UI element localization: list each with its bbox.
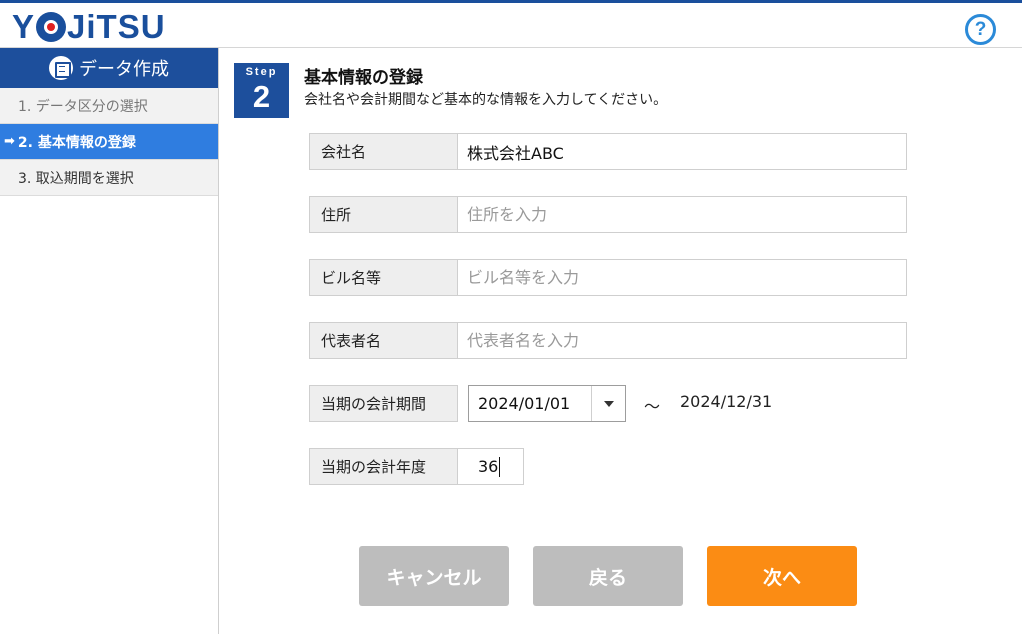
building-field[interactable]	[458, 259, 907, 296]
period-label: 当期の会計期間	[309, 385, 458, 422]
representative-row: 代表者名	[309, 322, 907, 359]
next-button[interactable]: 次へ	[707, 546, 857, 606]
company-row: 会社名	[309, 133, 907, 170]
list-icon	[49, 56, 73, 80]
period-separator: ～	[644, 397, 661, 416]
building-row: ビル名等	[309, 259, 907, 296]
yojitsu-logo: Y JiTSU	[12, 8, 166, 45]
dropdown-button[interactable]	[591, 386, 625, 421]
sidebar-item-label: 1. データ区分の選択	[18, 98, 148, 115]
sidebar-header: データ作成	[0, 48, 218, 88]
sidebar-item-import-period[interactable]: 3. 取込期間を選択	[0, 160, 218, 196]
building-label: ビル名等	[309, 259, 458, 296]
page-title: 基本情報の登録	[304, 68, 423, 88]
fiscal-year-field[interactable]: 36	[458, 448, 524, 485]
fiscal-year-label: 当期の会計年度	[309, 448, 458, 485]
fiscal-year-row: 当期の会計年度 36	[309, 448, 524, 485]
step-number: 2	[252, 79, 271, 114]
period-row: 当期の会計期間	[309, 385, 458, 422]
arrow-right-icon: ➡	[4, 134, 15, 149]
step-badge-label: Step	[245, 66, 278, 78]
cancel-button[interactable]: キャンセル	[359, 546, 509, 606]
period-end-value: 2024/12/31	[680, 392, 773, 411]
help-icon[interactable]: ?	[965, 14, 996, 45]
page-subtitle: 会社名や会計期間など基本的な情報を入力してください。	[304, 92, 668, 108]
representative-label: 代表者名	[309, 322, 458, 359]
address-row: 住所	[309, 196, 907, 233]
period-start-select[interactable]: 2024/01/01	[468, 385, 626, 422]
sidebar: データ作成 1. データ区分の選択 ➡ 2. 基本情報の登録 3. 取込期間を選…	[0, 48, 219, 634]
sidebar-item-label: 3. 取込期間を選択	[18, 170, 134, 187]
sidebar-item-label: 2. 基本情報の登録	[17, 134, 136, 151]
sidebar-item-data-category[interactable]: 1. データ区分の選択	[0, 88, 218, 124]
step-badge: Step 2	[234, 63, 289, 118]
fiscal-year-value: 36	[478, 457, 499, 476]
company-field[interactable]	[458, 133, 907, 170]
top-bar: Y JiTSU ?	[0, 0, 1022, 48]
representative-field[interactable]	[458, 322, 907, 359]
text-cursor	[499, 456, 501, 477]
sidebar-item-basic-info[interactable]: ➡ 2. 基本情報の登録	[0, 124, 218, 160]
address-label: 住所	[309, 196, 458, 233]
sidebar-title: データ作成	[79, 59, 169, 80]
address-field[interactable]	[458, 196, 907, 233]
main-content: Step 2 基本情報の登録 会社名や会計期間など基本的な情報を入力してください…	[219, 48, 1022, 634]
period-start-value: 2024/01/01	[478, 394, 571, 413]
company-label: 会社名	[309, 133, 458, 170]
caret-down-icon	[603, 400, 614, 407]
back-button[interactable]: 戻る	[533, 546, 683, 606]
